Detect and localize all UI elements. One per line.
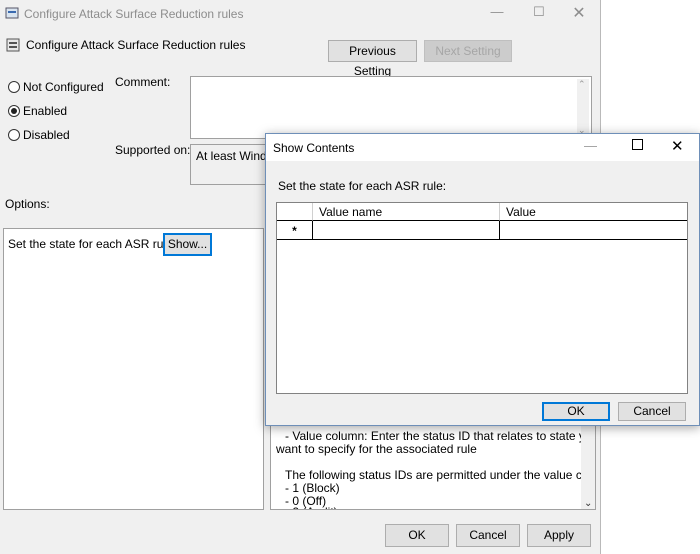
supported-on-field: At least Windows xyxy=(190,144,270,185)
help-text-line: - 2 (Audit) xyxy=(285,505,338,509)
minimize-icon[interactable]: — xyxy=(482,4,512,19)
dialog-titlebar: Show Contents — ✕ xyxy=(266,134,699,161)
help-text-line: - Value column: Enter the status ID that… xyxy=(285,429,596,443)
dialog-cancel-button[interactable]: Cancel xyxy=(618,402,686,421)
chevron-up-icon[interactable]: ⌃ xyxy=(578,79,586,90)
setting-heading: Configure Attack Surface Reduction rules xyxy=(26,38,246,52)
column-header-label: Value name xyxy=(319,205,383,219)
radio-selected-dot xyxy=(11,108,17,114)
minimize-icon[interactable]: — xyxy=(584,138,597,153)
radio-enabled[interactable]: Enabled xyxy=(7,104,117,118)
value-cell[interactable] xyxy=(500,221,687,240)
contents-grid[interactable]: Value name Value * xyxy=(276,202,688,394)
radio-label: Enabled xyxy=(23,104,68,118)
window-title: Configure Attack Surface Reduction rules xyxy=(24,7,244,21)
chevron-down-icon[interactable]: ⌄ xyxy=(584,498,592,509)
new-row-marker: * xyxy=(277,221,313,240)
dialog-prompt: Set the state for each ASR rule: xyxy=(278,179,447,193)
close-icon[interactable]: ✕ xyxy=(671,137,684,155)
radio-circle[interactable] xyxy=(8,81,20,93)
radio-label: Disabled xyxy=(23,128,70,142)
maximize-icon[interactable] xyxy=(632,139,643,150)
setting-icon xyxy=(6,38,20,52)
column-header-label: Value xyxy=(506,205,536,219)
radio-label: Not Configured xyxy=(23,80,104,94)
options-label: Options: xyxy=(5,197,50,211)
show-button[interactable]: Show... xyxy=(163,233,212,256)
maximize-icon[interactable]: ☐ xyxy=(524,4,554,20)
supported-on-label: Supported on: xyxy=(115,143,191,157)
comment-scrollbar[interactable]: ⌃ ⌄ xyxy=(577,79,589,136)
column-header-value[interactable]: Value xyxy=(500,203,687,221)
dialog-title: Show Contents xyxy=(273,141,355,155)
comment-label: Comment: xyxy=(115,75,171,89)
help-text-line: - 1 (Block) xyxy=(285,481,340,495)
close-icon[interactable]: ✕ xyxy=(564,3,594,23)
previous-setting-button[interactable]: Previous Setting xyxy=(328,40,417,78)
help-text-line: The following status IDs are permitted u… xyxy=(285,468,596,482)
cancel-button[interactable]: Cancel xyxy=(456,524,520,547)
help-text-line: want to specify for the associated rule xyxy=(276,442,477,456)
radio-circle[interactable] xyxy=(8,129,20,141)
apply-button[interactable]: Apply xyxy=(527,524,591,547)
next-setting-button[interactable]: Next Setting xyxy=(424,40,512,62)
supported-on-value: At least Windows xyxy=(196,149,269,163)
radio-disabled[interactable]: Disabled xyxy=(7,128,117,142)
value-name-cell[interactable] xyxy=(313,221,500,240)
column-header-value-name[interactable]: Value name xyxy=(313,203,500,221)
radio-circle[interactable] xyxy=(8,105,20,117)
asr-rule-label: Set the state for each ASR rule: xyxy=(8,237,177,251)
show-contents-dialog: Show Contents — ✕ Set the state for each… xyxy=(265,133,700,426)
radio-not-configured[interactable]: Not Configured xyxy=(7,80,117,94)
comment-textarea[interactable]: ⌃ ⌄ xyxy=(190,76,592,139)
grid-corner-cell xyxy=(277,203,313,221)
dialog-ok-button[interactable]: OK xyxy=(542,402,610,421)
policy-app-icon xyxy=(5,7,19,19)
options-panel: Set the state for each ASR rule: Show... xyxy=(3,228,264,510)
ok-button[interactable]: OK xyxy=(385,524,449,547)
